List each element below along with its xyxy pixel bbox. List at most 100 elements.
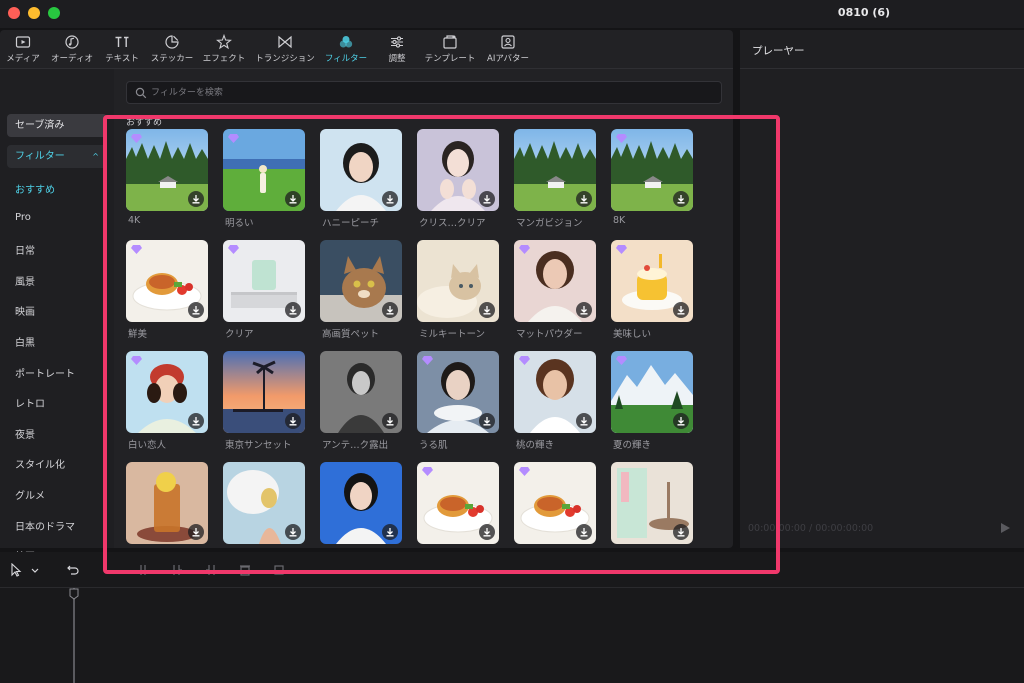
filter-card[interactable]: [223, 351, 305, 433]
sidebar-category-item[interactable]: 日常: [15, 242, 35, 257]
download-button[interactable]: [285, 524, 301, 540]
filter-card[interactable]: [320, 240, 402, 322]
download-button[interactable]: [479, 524, 495, 540]
select-cursor-icon[interactable]: [9, 563, 23, 577]
download-button[interactable]: [673, 524, 689, 540]
download-button[interactable]: [285, 302, 301, 318]
crop-icon[interactable]: [272, 563, 286, 577]
chevron-down-icon[interactable]: [30, 563, 40, 577]
filter-card[interactable]: [320, 351, 402, 433]
filter-card[interactable]: [514, 240, 596, 322]
toolbar-item-label: 調整: [388, 54, 406, 64]
filter-card[interactable]: [417, 462, 499, 544]
sidebar-category-item[interactable]: 夜景: [15, 426, 35, 441]
sidebar-category-item[interactable]: おすすめ: [15, 181, 55, 196]
saved-button[interactable]: セーブ済み: [7, 114, 107, 137]
playhead-handle[interactable]: [69, 588, 79, 600]
download-button[interactable]: [382, 413, 398, 429]
download-button[interactable]: [673, 302, 689, 318]
play-icon[interactable]: [999, 522, 1011, 534]
filter-category-toggle[interactable]: フィルター ^: [7, 145, 107, 168]
filter-card[interactable]: [611, 351, 693, 433]
timeline-toolbar: [0, 552, 1024, 588]
filter-label: クリス…クリア: [419, 218, 486, 229]
download-button[interactable]: [479, 302, 495, 318]
filter-card[interactable]: [514, 462, 596, 544]
sidebar-category-item[interactable]: 風景: [15, 273, 35, 288]
download-icon: [386, 306, 394, 315]
download-button[interactable]: [188, 413, 204, 429]
filter-content: おすすめ 4K 明るい ハニーピーチ クリス…クリア マンガビジョン 8K 鮮美 クリア 高画質…: [114, 69, 733, 548]
sidebar-category-item[interactable]: スタイル化: [15, 456, 65, 471]
download-button[interactable]: [188, 191, 204, 207]
delete-icon[interactable]: [238, 563, 252, 577]
download-icon: [677, 195, 685, 204]
filter-card[interactable]: [417, 129, 499, 211]
download-button[interactable]: [479, 191, 495, 207]
filter-card[interactable]: [514, 351, 596, 433]
pro-badge-icon: [616, 356, 627, 365]
download-button[interactable]: [382, 524, 398, 540]
sidebar-category-item[interactable]: Pro: [15, 212, 31, 223]
download-icon: [580, 528, 588, 537]
filter-card[interactable]: [126, 462, 208, 544]
sidebar-category-item[interactable]: グルメ: [15, 487, 45, 502]
filter-card[interactable]: [320, 462, 402, 544]
download-button[interactable]: [188, 302, 204, 318]
filter-sidebar: セーブ済み フィルター ^ おすすめ Pro 日常風景映画白黒ポートレート レトロ夜景ス…: [0, 69, 114, 563]
sidebar-category-item[interactable]: 白黒: [15, 334, 35, 349]
timeline-panel: [0, 552, 1024, 683]
sidebar-category-item[interactable]: 日本のドラマ: [15, 518, 75, 533]
download-button[interactable]: [576, 524, 592, 540]
download-icon: [192, 306, 200, 315]
playhead[interactable]: [73, 588, 75, 683]
download-button[interactable]: [188, 524, 204, 540]
filter-card[interactable]: [514, 129, 596, 211]
pro-badge-icon: [616, 134, 627, 143]
filter-card[interactable]: [320, 129, 402, 211]
download-button[interactable]: [285, 413, 301, 429]
download-button[interactable]: [479, 413, 495, 429]
pro-badge-icon: [616, 245, 627, 254]
effect-icon: [216, 34, 232, 50]
download-button[interactable]: [576, 413, 592, 429]
filter-label: マットパウダー: [516, 329, 583, 340]
download-button[interactable]: [673, 191, 689, 207]
filter-card[interactable]: [126, 129, 208, 211]
filter-card[interactable]: [417, 351, 499, 433]
download-button[interactable]: [382, 302, 398, 318]
filter-label: うる肌: [419, 440, 448, 451]
filter-card[interactable]: [126, 351, 208, 433]
split-icon[interactable]: [136, 563, 150, 577]
sidebar-category-item[interactable]: レトロ: [15, 395, 45, 410]
filter-card[interactable]: [223, 462, 305, 544]
download-icon: [386, 528, 394, 537]
template-icon: [443, 35, 457, 49]
split-left-icon[interactable]: [170, 563, 184, 577]
sidebar-category-item[interactable]: 映画: [15, 303, 35, 318]
split-right-icon[interactable]: [204, 563, 218, 577]
download-button[interactable]: [673, 413, 689, 429]
undo-icon[interactable]: [66, 563, 80, 577]
pro-badge-icon: [228, 134, 239, 143]
filter-label: 白い恋人: [128, 440, 167, 451]
filter-card[interactable]: [417, 240, 499, 322]
download-button[interactable]: [382, 191, 398, 207]
filter-card[interactable]: [611, 240, 693, 322]
filter-card[interactable]: [223, 129, 305, 211]
filter-card[interactable]: [126, 240, 208, 322]
toolbar-item-label: エフェクト: [202, 54, 246, 64]
sidebar-category-item[interactable]: ポートレート: [15, 365, 75, 380]
download-button[interactable]: [576, 191, 592, 207]
filter-card[interactable]: [223, 240, 305, 322]
filter-card[interactable]: [611, 129, 693, 211]
download-button[interactable]: [576, 302, 592, 318]
toolbar-item-ai-avatar[interactable]: AIアバター: [468, 34, 548, 66]
search-input[interactable]: [151, 82, 711, 103]
download-button[interactable]: [285, 191, 301, 207]
search-box[interactable]: [126, 81, 722, 104]
download-icon: [289, 417, 297, 426]
section-title: おすすめ: [126, 118, 163, 128]
filter-card[interactable]: [611, 462, 693, 544]
chevron-up-icon: ^: [92, 152, 99, 161]
